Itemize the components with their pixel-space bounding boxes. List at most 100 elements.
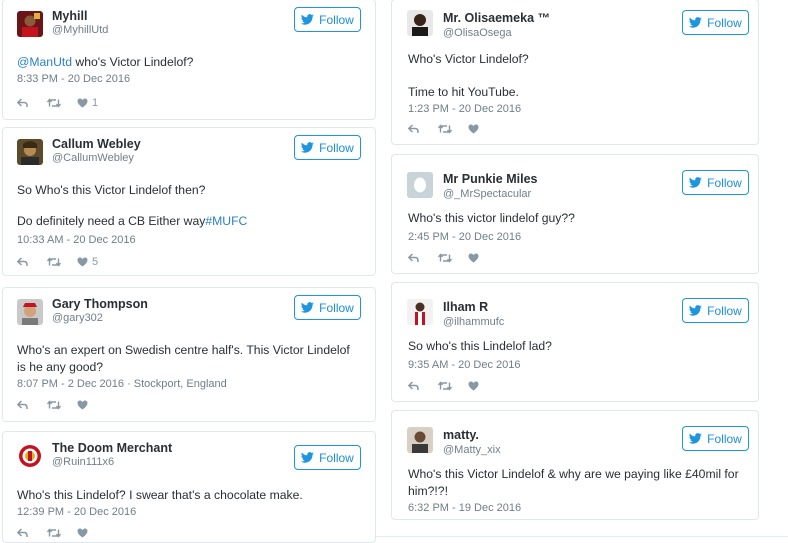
user-name[interactable]: Callum Webley (52, 137, 141, 151)
tweet-text: Who's this Victor Lindelof & why are we … (408, 467, 739, 498)
tweet-timestamp[interactable]: 2:45 PM - 20 Dec 2016 (408, 231, 521, 243)
tweet-text-line: Do definitely need a CB Either way#MUFC (17, 213, 361, 230)
avatar[interactable] (407, 10, 433, 36)
avatar[interactable] (407, 427, 433, 453)
tweet-timestamp[interactable]: 1:23 PM - 20 Dec 2016 (408, 103, 521, 115)
user-handle[interactable]: @CallumWebley (52, 152, 134, 164)
retweet-button[interactable] (438, 379, 468, 393)
reply-button[interactable] (17, 398, 47, 412)
reply-button[interactable] (408, 251, 438, 265)
follow-label: Follow (319, 300, 354, 315)
tweet-text-plain: Do definitely need a CB Either way (17, 213, 206, 228)
user-name[interactable]: Myhill (52, 9, 87, 23)
reply-icon (17, 257, 28, 266)
user-handle[interactable]: @Ruin111x6 (52, 456, 114, 468)
user-name[interactable]: Mr. Olisaemeka ™ (443, 11, 550, 25)
retweet-icon (47, 400, 61, 410)
user-name[interactable]: Mr Punkie Miles (443, 172, 537, 186)
retweet-button[interactable] (47, 255, 77, 269)
bird-icon (301, 142, 314, 153)
user-handle[interactable]: @_MrSpectacular (443, 188, 531, 200)
hashtag-link[interactable]: #MUFC (205, 214, 247, 228)
reply-icon (17, 98, 28, 107)
tweet-text: @ManUtd who's Victor Lindelof? (17, 54, 361, 71)
user-handle[interactable]: @MyhillUtd (52, 24, 108, 36)
bird-icon (689, 17, 702, 28)
tweet-timestamp[interactable]: 9:35 AM - 20 Dec 2016 (408, 359, 521, 371)
reply-icon (17, 528, 28, 537)
tweet-actions (408, 251, 498, 265)
retweet-button[interactable] (438, 122, 468, 136)
like-button[interactable] (468, 122, 498, 136)
avatar[interactable] (17, 11, 43, 37)
user-name[interactable]: matty. (443, 428, 479, 442)
bird-icon (689, 305, 702, 316)
avatar[interactable] (407, 172, 433, 198)
follow-button[interactable]: Follow (682, 426, 749, 451)
reply-button[interactable] (408, 122, 438, 136)
tweet-text-line: Who's Victor Lindelof? (408, 52, 529, 66)
avatar[interactable] (17, 139, 43, 165)
retweet-button[interactable] (47, 526, 77, 540)
follow-label: Follow (707, 431, 742, 446)
tweet-card: Mr. Olisaemeka ™ @OlisaOsega Follow Who'… (391, 0, 759, 145)
retweet-icon (438, 124, 452, 134)
reply-icon (408, 124, 419, 133)
user-handle[interactable]: @gary302 (52, 312, 103, 324)
reply-button[interactable] (17, 526, 47, 540)
follow-button[interactable]: Follow (682, 298, 749, 323)
tweet-timestamp[interactable]: 8:33 PM - 20 Dec 2016 (17, 73, 130, 85)
avatar[interactable] (17, 443, 43, 469)
avatar[interactable] (407, 299, 433, 325)
tweet-text: Who's an expert on Swedish centre half's… (17, 343, 350, 374)
reply-button[interactable] (17, 96, 47, 110)
like-button[interactable] (77, 398, 107, 412)
tweet-timestamp[interactable]: 12:39 PM - 20 Dec 2016 (17, 506, 136, 518)
tweet-card: Ilham R @ilhammufc Follow So who's this … (391, 282, 759, 402)
bird-icon (301, 14, 314, 25)
follow-button[interactable]: Follow (294, 7, 361, 32)
reply-button[interactable] (17, 255, 47, 269)
retweet-icon (47, 98, 61, 108)
tweet-card: Myhill @MyhillUtd Follow @ManUtd who's V… (2, 0, 376, 120)
reply-icon (408, 381, 419, 390)
avatar[interactable] (17, 299, 43, 325)
follow-label: Follow (319, 450, 354, 465)
follow-button[interactable]: Follow (682, 10, 749, 35)
like-button[interactable] (468, 379, 498, 393)
user-name[interactable]: The Doom Merchant (52, 441, 172, 455)
follow-label: Follow (707, 303, 742, 318)
reply-button[interactable] (408, 379, 438, 393)
reply-icon (408, 253, 419, 262)
tweet-timestamp[interactable]: 6:32 PM - 19 Dec 2016 (408, 502, 521, 514)
user-handle[interactable]: @OlisaOsega (443, 27, 512, 39)
retweet-button[interactable] (47, 398, 77, 412)
like-button[interactable]: 5 (77, 255, 107, 269)
user-handle[interactable]: @Matty_xix (443, 444, 501, 456)
timestamp-link[interactable]: 8:07 PM - 2 Dec 2016 (17, 378, 124, 390)
heart-icon (77, 400, 88, 410)
tweet-text: Who's Victor Lindelof? Time to hit YouTu… (408, 51, 744, 100)
like-button[interactable]: 1 (77, 96, 107, 110)
user-name[interactable]: Ilham R (443, 300, 488, 314)
follow-button[interactable]: Follow (682, 170, 749, 195)
follow-button[interactable]: Follow (294, 445, 361, 470)
retweet-icon (47, 257, 61, 267)
tweet-text: Who's this victor lindelof guy?? (408, 211, 575, 225)
mention-link[interactable]: @ManUtd (17, 55, 72, 69)
tweet-timestamp[interactable]: 10:33 AM - 20 Dec 2016 (17, 234, 136, 246)
retweet-icon (438, 381, 452, 391)
like-button[interactable] (77, 526, 107, 540)
retweet-button[interactable] (438, 251, 468, 265)
user-handle[interactable]: @ilhammufc (443, 316, 504, 328)
follow-button[interactable]: Follow (294, 135, 361, 160)
tweet-card: Mr Punkie Miles @_MrSpectacular Follow W… (391, 154, 759, 274)
heart-icon (77, 257, 88, 267)
user-name[interactable]: Gary Thompson (52, 297, 148, 311)
retweet-button[interactable] (47, 96, 77, 110)
tweet-actions: 1 (17, 96, 107, 110)
like-count: 1 (92, 97, 99, 109)
tweet-location: · Stockport, England (124, 378, 227, 390)
follow-button[interactable]: Follow (294, 295, 361, 320)
like-button[interactable] (468, 251, 498, 265)
